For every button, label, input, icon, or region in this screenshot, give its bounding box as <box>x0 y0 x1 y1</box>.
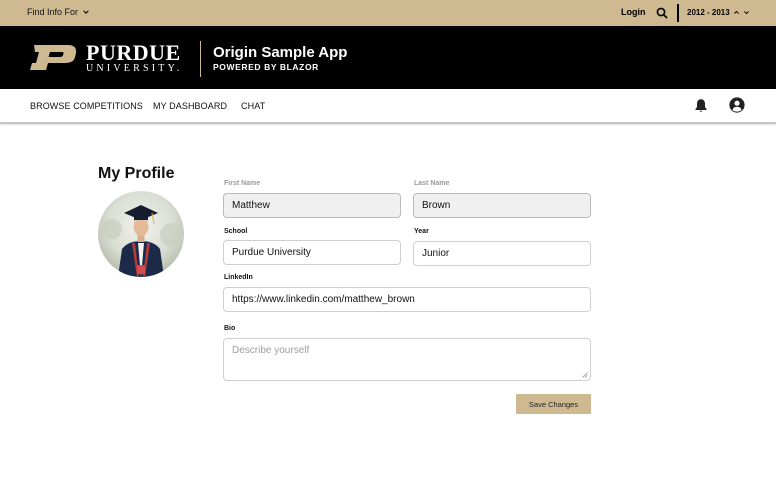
bell-icon[interactable] <box>694 98 708 113</box>
chevron-down-icon <box>83 10 89 14</box>
brand-divider <box>200 41 201 77</box>
save-changes-button[interactable]: Save Changes <box>516 394 591 414</box>
bio-textarea[interactable]: Describe yourself <box>223 338 591 381</box>
nav-browse-competitions[interactable]: BROWSE COMPETITIONS <box>30 101 143 111</box>
chevron-down-icon <box>743 11 749 15</box>
last-name-label: Last Name <box>414 180 450 187</box>
school-field[interactable]: Purdue University <box>223 240 401 265</box>
last-name-field[interactable]: Brown <box>413 193 591 218</box>
school-label: School <box>224 228 248 235</box>
linkedin-label: LinkedIn <box>224 274 253 281</box>
logo-wordmark: PURDUE <box>86 40 181 65</box>
linkedin-field[interactable]: https://www.linkedin.com/matthew_brown <box>223 287 591 312</box>
resize-handle-icon[interactable] <box>582 372 588 378</box>
profile-title: My Profile <box>98 165 175 182</box>
brand-header: PURDUE UNIVERSITY. Origin Sample App POW… <box>0 26 776 89</box>
bio-label: Bio <box>224 325 236 332</box>
find-info-label: Find Info For <box>27 7 79 17</box>
logo-subtitle: UNIVERSITY. <box>86 63 183 74</box>
utility-divider <box>677 4 679 22</box>
search-icon[interactable] <box>656 7 668 19</box>
year-label: 2012 - 2013 <box>687 8 730 17</box>
nav-my-dashboard[interactable]: MY DASHBOARD <box>153 101 227 111</box>
profile-avatar[interactable] <box>98 191 184 277</box>
first-name-label: First Name <box>224 180 261 187</box>
nav-chat[interactable]: CHAT <box>241 101 265 111</box>
first-name-field[interactable]: Matthew <box>223 193 401 218</box>
bio-placeholder: Describe yourself <box>232 345 310 356</box>
year-label: Year <box>414 228 429 235</box>
utility-bar: Find Info For Login 2012 - 2013 <box>0 0 776 26</box>
user-circle-icon[interactable] <box>729 97 745 113</box>
chevron-up-icon <box>733 10 739 14</box>
graduate-photo <box>98 191 184 277</box>
main-nav: BROWSE COMPETITIONS MY DASHBOARD CHAT <box>0 89 776 124</box>
find-info-dropdown[interactable]: Find Info For <box>27 7 90 17</box>
app-subtitle: POWERED BY BLAZOR <box>213 62 319 72</box>
purdue-p-logo-icon[interactable] <box>28 44 78 71</box>
login-link[interactable]: Login <box>621 7 646 17</box>
year-field[interactable]: Junior <box>413 241 591 266</box>
year-selector[interactable]: 2012 - 2013 <box>687 8 750 17</box>
app-title: Origin Sample App <box>213 44 348 61</box>
